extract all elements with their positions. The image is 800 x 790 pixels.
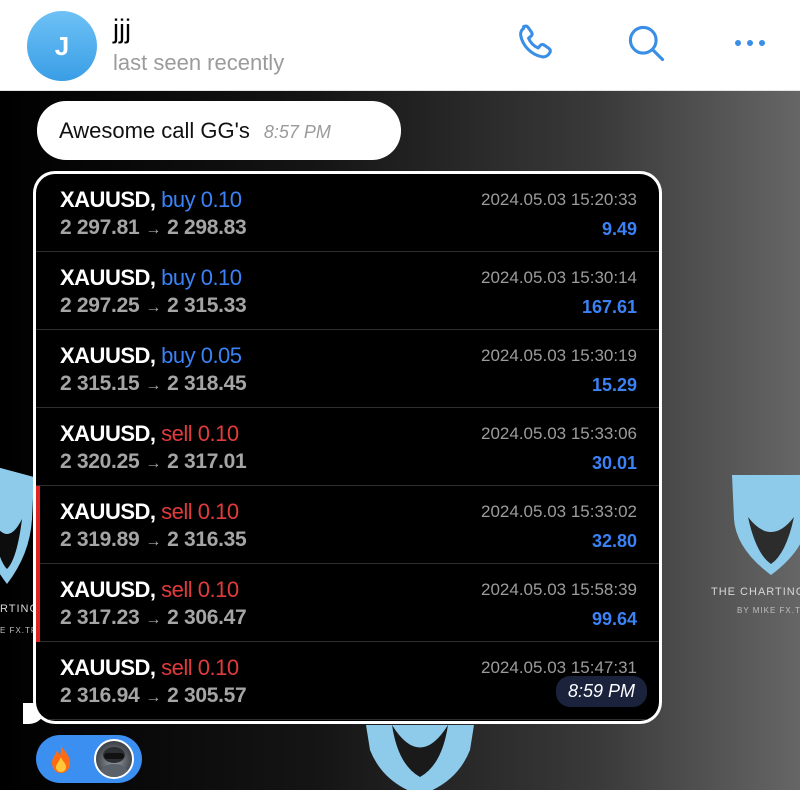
trade-row: XAUUSD, sell 0.10 2 319.89 → 2 316.35 2024.0… xyxy=(36,486,659,564)
trade-prices: 2 317.23 → 2 306.47 xyxy=(60,606,247,629)
trade-side: buy 0.10 xyxy=(161,265,242,290)
trade-datetime: 2024.05.03 15:30:14 xyxy=(481,268,637,287)
message-bubble-image[interactable]: XAUUSD, buy 0.10 2 297.81 → 2 298.83 2024.05… xyxy=(33,171,662,724)
trade-profit: 99.64 xyxy=(591,609,637,629)
trade-profit: 15.29 xyxy=(591,375,637,395)
image-message-time: 8:59 PM xyxy=(555,676,647,707)
trade-symbol: XAUUSD, sell 0.10 xyxy=(60,421,239,446)
trade-side: sell 0.10 xyxy=(161,577,239,602)
call-button[interactable] xyxy=(509,18,565,68)
chat-title[interactable]: jjj xyxy=(113,14,131,45)
trade-datetime: 2024.05.03 15:58:39 xyxy=(481,580,637,599)
message-text: Awesome call GG's xyxy=(59,117,250,143)
more-button[interactable] xyxy=(722,18,778,68)
arrow-right-icon: → xyxy=(145,689,162,706)
trade-side: buy 0.10 xyxy=(161,187,242,212)
trade-prices: 2 297.81 → 2 298.83 xyxy=(60,216,247,239)
trade-datetime: 2024.05.03 15:47:31 xyxy=(481,658,637,677)
arrow-right-icon: → xyxy=(145,221,162,238)
trade-row: XAUUSD, buy 0.05 2 315.15 → 2 318.45 2024.05… xyxy=(36,330,659,408)
trade-marker xyxy=(36,486,40,564)
arrow-right-icon: → xyxy=(145,455,162,472)
search-button[interactable] xyxy=(618,18,674,68)
trade-side: sell 0.10 xyxy=(161,655,239,680)
trade-profit: 167.61 xyxy=(581,297,637,317)
trade-prices: 2 297.25 → 2 315.33 xyxy=(60,294,247,317)
trade-datetime: 2024.05.03 15:20:33 xyxy=(481,190,637,209)
contact-avatar[interactable]: J xyxy=(27,11,97,81)
trade-row: XAUUSD, sell 0.10 2 317.23 → 2 306.47 2024.0… xyxy=(36,564,659,642)
reactions-bar[interactable] xyxy=(36,735,142,783)
trade-profit: 32.80 xyxy=(591,531,637,551)
search-icon xyxy=(628,25,665,62)
watermark-logo-bottom-icon xyxy=(366,725,474,790)
trade-side: buy 0.05 xyxy=(161,343,242,368)
trade-prices: 2 315.15 → 2 318.45 xyxy=(60,372,247,395)
more-icon xyxy=(735,40,765,46)
message-bubble-text[interactable]: Awesome call GG's 8:57 PM xyxy=(37,101,401,160)
trade-datetime: 2024.05.03 15:33:02 xyxy=(481,502,637,521)
arrow-right-icon: → xyxy=(145,533,162,550)
phone-icon xyxy=(519,24,552,59)
trade-symbol: XAUUSD, sell 0.10 xyxy=(60,577,239,602)
watermark-logo-right-icon xyxy=(732,475,800,575)
trade-symbol: XAUUSD, sell 0.10 xyxy=(60,655,239,680)
trade-row: XAUUSD, buy 0.10 2 297.81 → 2 298.83 2024.05… xyxy=(36,174,659,252)
trade-profit: 9.49 xyxy=(601,219,637,239)
chat-status: last seen recently xyxy=(113,50,285,75)
trade-profit: 30.01 xyxy=(591,453,637,473)
trade-symbol: XAUUSD, buy 0.10 xyxy=(60,187,242,212)
chat-header: J jjj last seen recently xyxy=(0,0,800,91)
arrow-right-icon: → xyxy=(145,377,162,394)
trade-prices: 2 319.89 → 2 316.35 xyxy=(60,528,247,551)
arrow-right-icon: → xyxy=(145,299,162,316)
trade-history-screenshot[interactable]: XAUUSD, buy 0.10 2 297.81 → 2 298.83 2024.05… xyxy=(36,174,659,721)
trade-symbol: XAUUSD, buy 0.05 xyxy=(60,343,242,368)
trade-datetime: 2024.05.03 15:33:06 xyxy=(481,424,637,443)
trade-marker xyxy=(36,564,40,642)
message-time: 8:57 PM xyxy=(263,122,331,142)
trade-row: XAUUSD, sell 0.10 2 320.25 → 2 317.01 2024.0… xyxy=(36,408,659,486)
trade-side: sell 0.10 xyxy=(161,499,239,524)
trade-prices: 2 316.94 → 2 305.57 xyxy=(60,684,247,707)
trade-datetime: 2024.05.03 15:30:19 xyxy=(481,346,637,365)
trade-row: XAUUSD, buy 0.10 2 297.25 → 2 315.33 2024.05… xyxy=(36,252,659,330)
trade-symbol: XAUUSD, sell 0.10 xyxy=(60,499,239,524)
watermark-right-title: THE CHARTING xyxy=(711,586,800,598)
trade-prices: 2 320.25 → 2 317.01 xyxy=(60,450,247,473)
watermark-right-sub: BY MIKE FX.TR xyxy=(737,606,800,615)
trade-side: sell 0.10 xyxy=(161,421,239,446)
reaction-user-avatar[interactable] xyxy=(94,739,134,779)
trade-symbol: XAUUSD, buy 0.10 xyxy=(60,265,242,290)
fire-emoji-icon[interactable] xyxy=(46,742,76,776)
arrow-right-icon: → xyxy=(145,611,162,628)
